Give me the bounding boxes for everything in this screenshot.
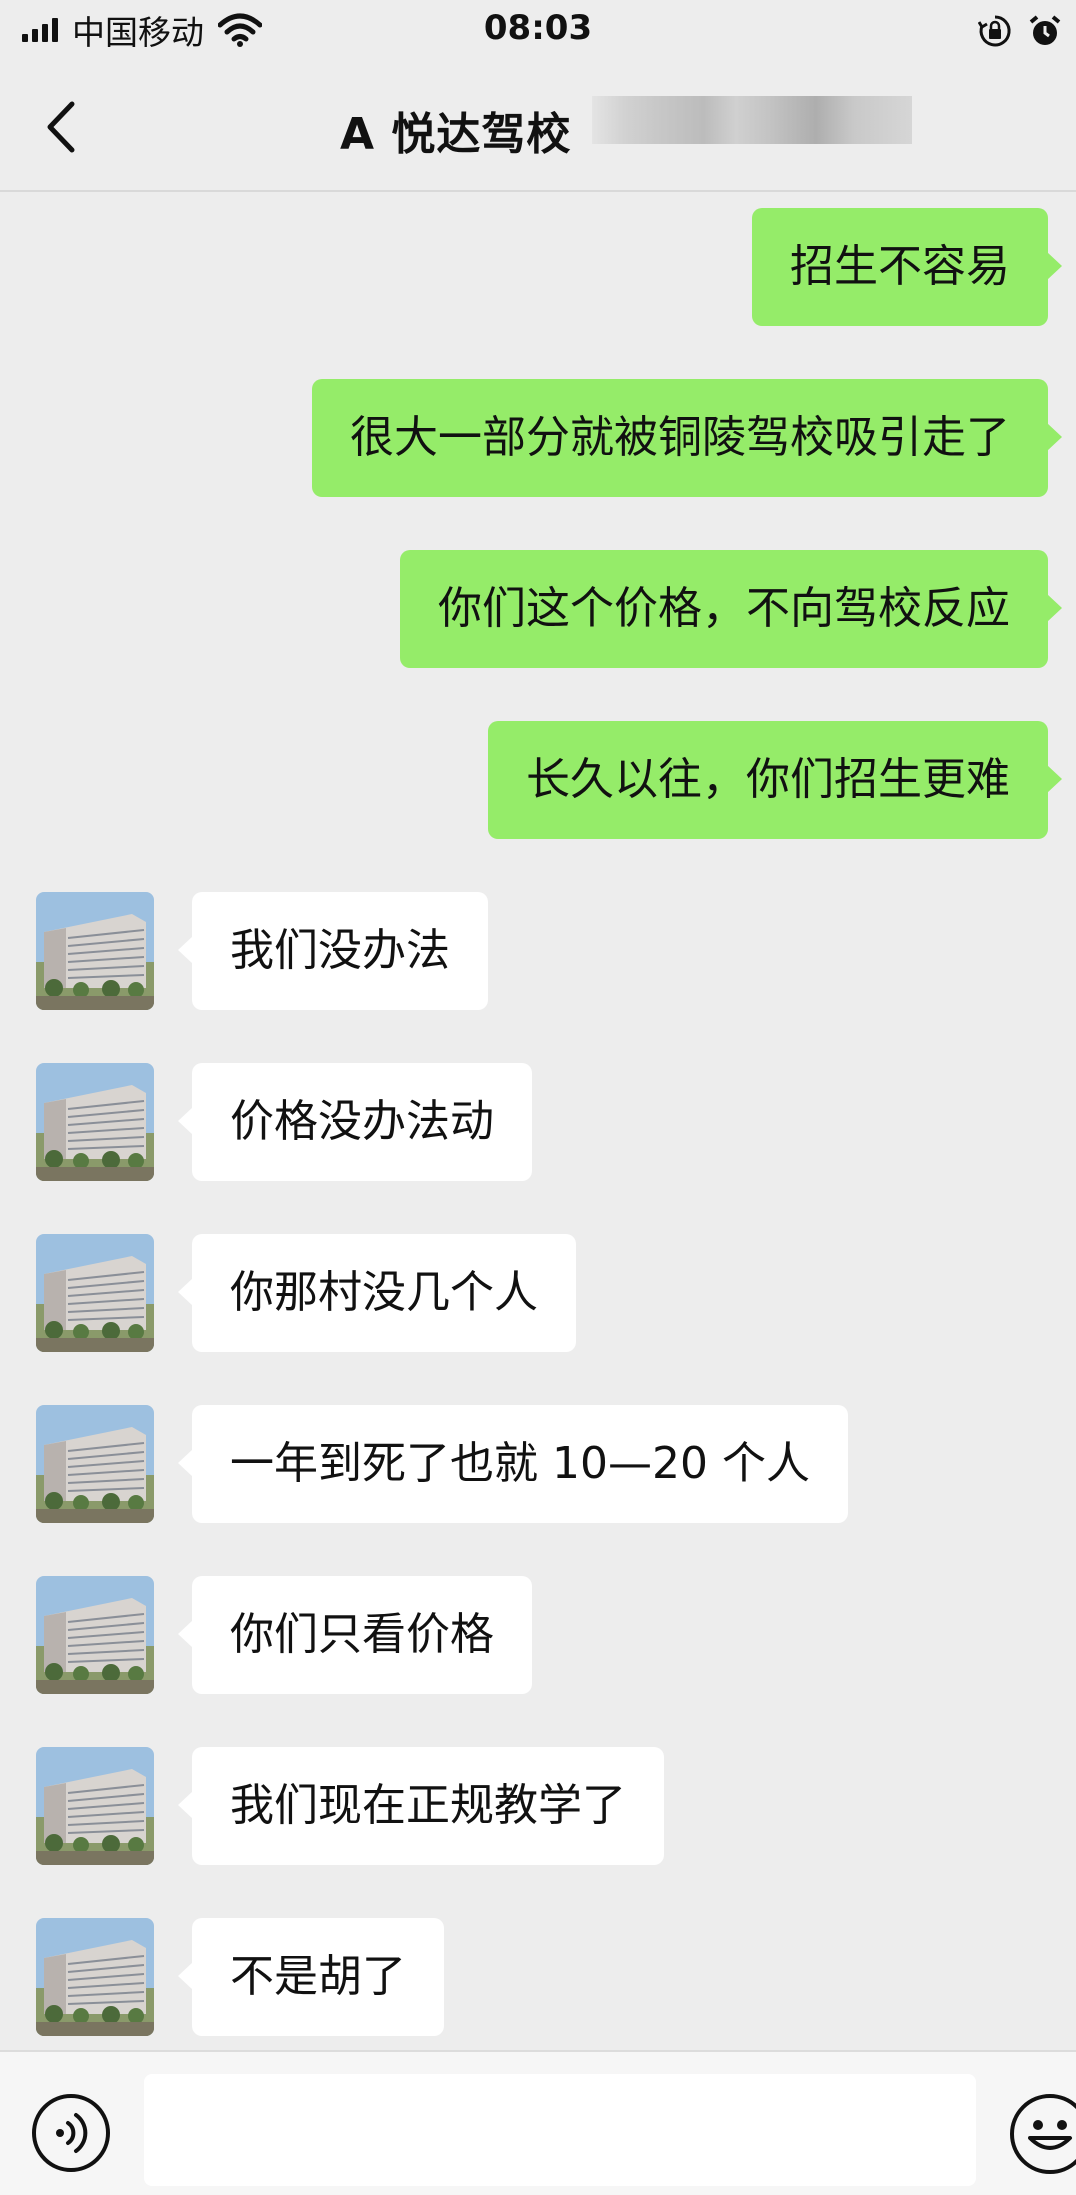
sent-bubble[interactable]: 长久以往，你们招生更难 [488, 721, 1062, 839]
message-sent: 长久以往，你们招生更难 [0, 721, 1076, 839]
voice-icon[interactable] [30, 2092, 112, 2174]
avatar[interactable] [36, 1918, 154, 2036]
message-received: 一年到死了也就 10—20 个人 [0, 1405, 1076, 1523]
message-received: 我们没办法 [0, 892, 1076, 1010]
received-bubble[interactable]: 我们现在正规教学了 [178, 1747, 664, 1865]
message-received: 我们现在正规教学了 [0, 1747, 1076, 1865]
message-received: 你们只看价格 [0, 1576, 1076, 1694]
status-time: 08:03 [483, 8, 593, 48]
alarm-icon [1029, 15, 1061, 45]
message-sent: 你们这个价格，不向驾校反应 [0, 550, 1076, 668]
chat-area[interactable]: 招生不容易 很大一部分就被铜陵驾校吸引走了 你们这个价格，不向驾校反应 长久以往… [0, 192, 1076, 2050]
avatar[interactable] [36, 1405, 154, 1523]
chevron-left-icon[interactable] [40, 100, 84, 154]
avatar[interactable] [36, 1063, 154, 1181]
received-bubble[interactable]: 价格没办法动 [178, 1063, 532, 1181]
message-input[interactable] [144, 2074, 976, 2186]
message-received: 你那村没几个人 [0, 1234, 1076, 1352]
chat-title: A 悦达驾校 [340, 109, 572, 160]
message-received: 不是胡了 [0, 1918, 1076, 2036]
message-sent: 很大一部分就被铜陵驾校吸引走了 [0, 379, 1076, 497]
sent-bubble[interactable]: 很大一部分就被铜陵驾校吸引走了 [312, 379, 1062, 497]
status-bar: 中国移动 08:03 [0, 0, 1076, 62]
status-right [978, 14, 1062, 48]
message-received: 价格没办法动 [0, 1063, 1076, 1181]
redacted-title-blur [592, 96, 912, 144]
avatar[interactable] [36, 1576, 154, 1694]
nav-bar: A 悦达驾校 [0, 62, 1076, 192]
received-bubble[interactable]: 你们只看价格 [178, 1576, 532, 1694]
received-bubble[interactable]: 你那村没几个人 [178, 1234, 576, 1352]
received-bubble[interactable]: 不是胡了 [178, 1918, 444, 2036]
sent-bubble[interactable]: 你们这个价格，不向驾校反应 [400, 550, 1062, 668]
avatar[interactable] [36, 892, 154, 1010]
received-bubble[interactable]: 一年到死了也就 10—20 个人 [178, 1405, 848, 1523]
avatar[interactable] [36, 1234, 154, 1352]
received-bubble[interactable]: 我们没办法 [178, 892, 488, 1010]
orientation-lock-icon [978, 15, 1011, 47]
sent-bubble[interactable]: 招生不容易 [752, 208, 1062, 326]
emoji-icon[interactable] [1008, 2092, 1076, 2176]
input-bar [0, 2050, 1076, 2195]
avatar[interactable] [36, 1747, 154, 1865]
message-sent: 招生不容易 [0, 208, 1076, 326]
